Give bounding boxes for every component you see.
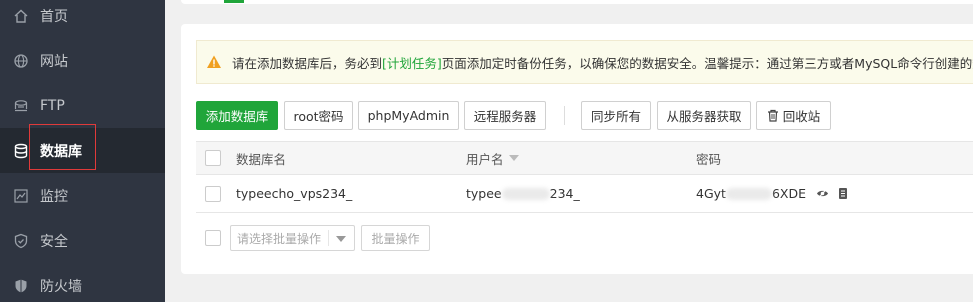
sort-caret-icon: [508, 155, 519, 161]
sidebar-item-label: FTP: [40, 97, 65, 114]
sidebar-item-website[interactable]: 网站: [0, 38, 165, 83]
redacted-mask: [501, 187, 550, 200]
notice-text-after: 页面添加定时备份任务，以确保您的数据安全。温馨提示：通过第三方或者MySQL命令…: [441, 55, 973, 71]
select-all-checkbox[interactable]: [205, 150, 221, 166]
monitor-icon: [12, 187, 30, 205]
db-password-cell: 4Gyt 6XDE: [696, 175, 849, 212]
add-database-button[interactable]: 添加数据库: [196, 101, 278, 130]
sidebar: 首页 网站 FTP 数据库 监控 安全 防火墙: [0, 0, 165, 302]
sidebar-item-label: 网站: [40, 53, 68, 70]
sidebar-item-label: 安全: [40, 233, 68, 250]
sidebar-item-label: 首页: [40, 8, 68, 25]
phpmyadmin-button[interactable]: phpMyAdmin: [358, 101, 459, 130]
recycle-bin-label: 回收站: [782, 109, 821, 124]
column-header-name[interactable]: 数据库名: [236, 142, 286, 174]
column-header-user[interactable]: 用户名: [466, 142, 519, 174]
toolbar-divider: [564, 106, 565, 125]
recycle-bin-button[interactable]: 回收站: [756, 101, 831, 130]
active-tab-indicator: [224, 0, 244, 3]
globe-icon: [12, 52, 30, 70]
notice-text-before: 请在添加数据库后，务必到: [232, 55, 383, 71]
table-header: 数据库名 用户名 密码: [196, 141, 973, 175]
sidebar-item-security[interactable]: 安全: [0, 218, 165, 263]
sidebar-item-ftp[interactable]: FTP: [0, 83, 165, 128]
home-icon: [12, 7, 30, 25]
column-header-password: 密码: [696, 151, 722, 167]
table-row: typeecho_vps234_ typee 234_ 4Gyt 6XDE: [196, 175, 973, 213]
trash-icon: [767, 109, 779, 122]
sidebar-item-label: 数据库: [40, 143, 82, 160]
db-user-prefix: typee: [466, 186, 502, 201]
warning-icon: [206, 54, 222, 70]
sidebar-item-home[interactable]: 首页: [0, 0, 165, 38]
column-header-user-label: 用户名: [466, 151, 504, 167]
database-icon: [12, 142, 30, 160]
shield-icon: [12, 232, 30, 250]
notice-bar: 请在添加数据库后，务必到 [计划任务] 页面添加定时备份任务，以确保您的数据安全。温…: [196, 40, 973, 84]
eye-icon[interactable]: [816, 187, 829, 200]
db-user-suffix: 234_: [549, 186, 580, 201]
firewall-icon: [12, 277, 30, 295]
sync-all-button[interactable]: 同步所有: [581, 101, 651, 130]
cron-task-link[interactable]: [计划任务]: [382, 53, 442, 72]
row-checkbox[interactable]: [205, 185, 221, 202]
sidebar-item-monitor[interactable]: 监控: [0, 173, 165, 218]
redacted-mask: [725, 187, 772, 200]
root-password-button[interactable]: root密码: [284, 101, 353, 130]
batch-select-checkbox[interactable]: [205, 230, 221, 246]
sidebar-item-database[interactable]: 数据库: [0, 128, 165, 173]
sidebar-item-label: 监控: [40, 188, 68, 205]
copy-icon[interactable]: [837, 187, 849, 200]
select-divider: [328, 230, 329, 246]
sidebar-item-firewall[interactable]: 防火墙: [0, 263, 165, 302]
db-password-suffix: 6XDE: [771, 186, 806, 201]
sidebar-item-label: 防火墙: [40, 278, 82, 295]
batch-select-placeholder: 请选择批量操作: [237, 231, 322, 246]
db-password-prefix: 4Gyt: [696, 186, 726, 201]
db-name-cell: typeecho_vps234_: [236, 186, 353, 201]
batch-operation-select[interactable]: 请选择批量操作: [230, 225, 355, 251]
fetch-from-server-button[interactable]: 从服务器获取: [657, 101, 751, 130]
chevron-down-icon: [336, 236, 346, 242]
batch-operation-button[interactable]: 批量操作: [361, 225, 430, 251]
top-card: [181, 0, 973, 4]
remote-server-button[interactable]: 远程服务器: [464, 101, 546, 130]
db-user-cell: typee 234_: [466, 175, 580, 212]
ftp-icon: [12, 97, 30, 115]
